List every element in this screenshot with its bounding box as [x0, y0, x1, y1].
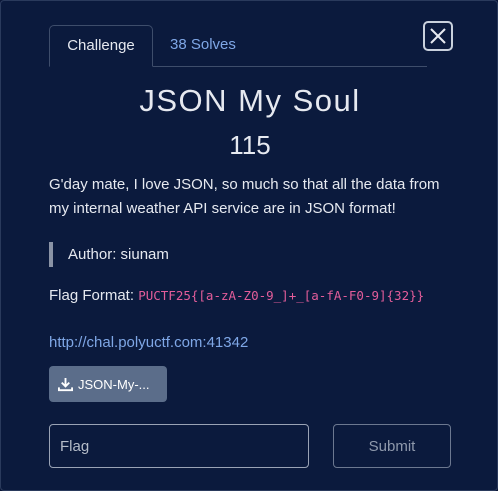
challenge-modal: Challenge 38 Solves JSON My Soul 115 G'd… — [0, 0, 498, 491]
challenge-title: JSON My Soul — [139, 83, 361, 118]
download-icon — [58, 377, 73, 391]
flag-input[interactable] — [49, 424, 309, 468]
challenge-link[interactable]: http://chal.polyuctf.com:41342 — [49, 334, 248, 351]
tab-solves[interactable]: 38 Solves — [170, 25, 236, 66]
flag-format-value: PUCTF25{[a-zA-Z0-9_]+_[a-fA-F0-9]{32}} — [138, 288, 425, 303]
download-file-button[interactable]: JSON-My-... — [49, 366, 167, 402]
challenge-points: 115 — [229, 130, 271, 160]
flag-format-label: Flag Format: — [49, 287, 139, 304]
tab-challenge[interactable]: Challenge — [49, 25, 153, 67]
download-file-label: JSON-My-... — [78, 376, 150, 392]
tab-bar: Challenge 38 Solves — [49, 25, 427, 67]
flag-format: Flag Format: PUCTF25{[a-zA-Z0-9_]+_[a-fA… — [49, 284, 449, 308]
close-icon — [430, 28, 446, 44]
challenge-author: Author: siunam — [49, 242, 169, 267]
challenge-description: G'day mate, I love JSON, so much so that… — [49, 176, 440, 217]
submit-button[interactable]: Submit — [333, 424, 451, 468]
close-button[interactable] — [423, 21, 453, 51]
